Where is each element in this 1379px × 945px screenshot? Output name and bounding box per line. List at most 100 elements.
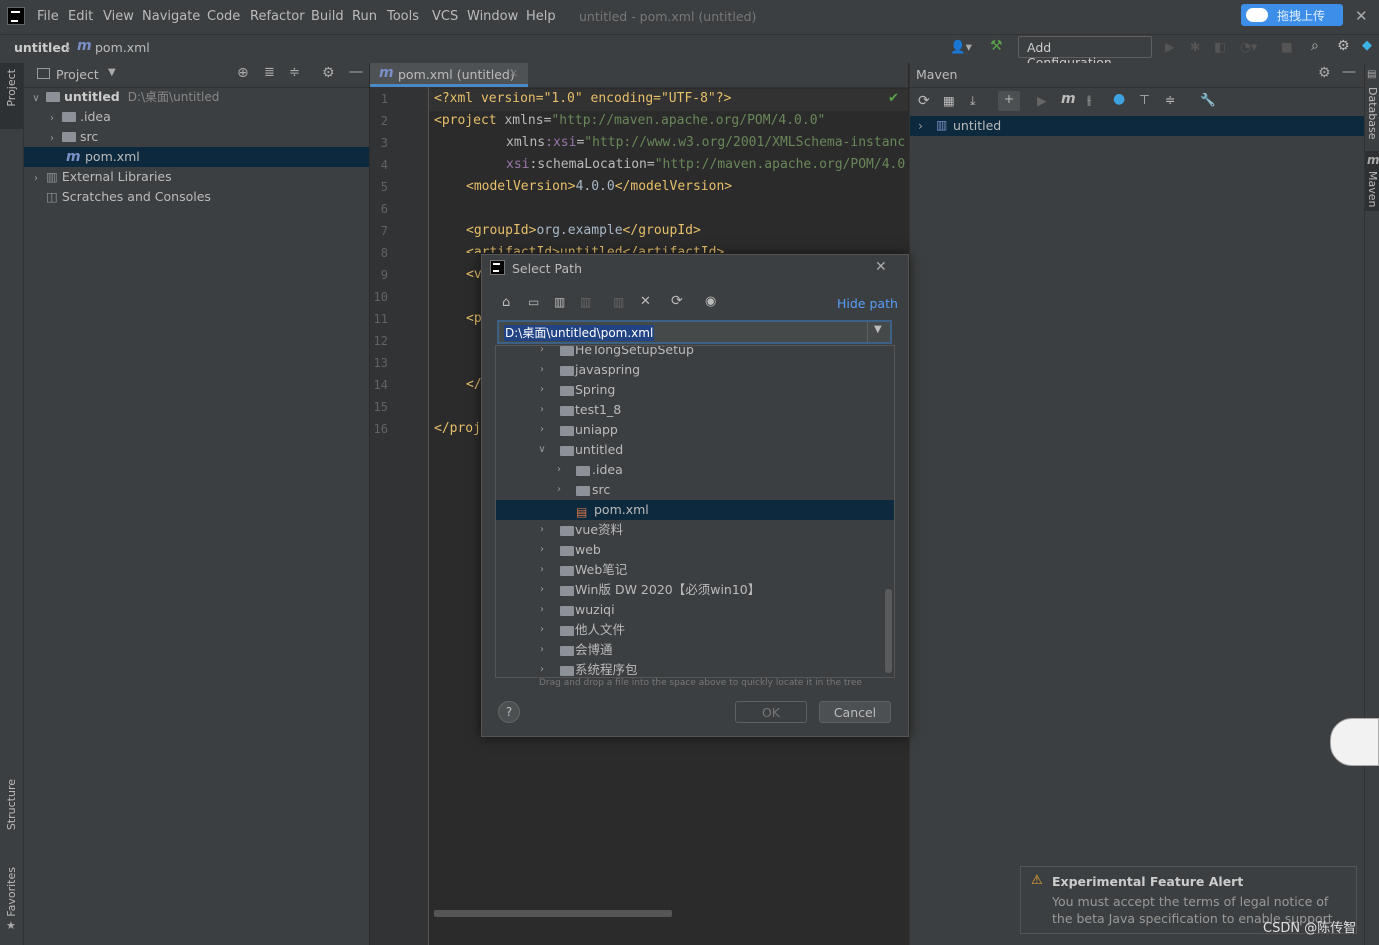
cancel-button[interactable]: Cancel xyxy=(819,701,891,723)
close-tab-icon[interactable]: ✕ xyxy=(509,67,518,80)
run-configuration-dropdown[interactable]: Add Configuration... xyxy=(1018,36,1152,70)
file-tree-row[interactable]: › Win版 DW 2020【必须win10】 xyxy=(496,580,884,600)
coverage-icon[interactable]: ◧ xyxy=(1214,39,1226,54)
chevron-right-icon[interactable]: › xyxy=(918,118,923,133)
menu-refactor[interactable]: Refactor xyxy=(250,9,305,24)
maven-settings-wrench-icon[interactable]: 🔧 xyxy=(1200,92,1216,108)
structure-tool-label[interactable]: Structure xyxy=(5,779,18,830)
chevron-right-icon[interactable]: › xyxy=(536,540,548,560)
collapse-all-icon[interactable]: ≑ xyxy=(289,65,300,80)
menu-navigate[interactable]: Navigate xyxy=(142,9,200,24)
chevron-right-icon[interactable]: › xyxy=(536,400,548,420)
code-line-14[interactable]: </ xyxy=(466,377,482,392)
download-icon[interactable]: ⤓ xyxy=(970,93,976,109)
project-panel-title[interactable]: Project xyxy=(56,67,99,82)
menu-file[interactable]: File xyxy=(37,9,59,24)
path-history-dropdown[interactable]: ▼ xyxy=(867,322,890,342)
home-icon[interactable]: ⌂ xyxy=(502,295,510,310)
code-line-5[interactable]: <modelVersion>4.0.0</modelVersion> xyxy=(466,179,732,194)
favorites-tool-label[interactable]: Favorites xyxy=(5,867,18,917)
chevron-down-icon[interactable]: ∨ xyxy=(536,440,548,460)
tree-item-idea[interactable]: › .idea xyxy=(46,107,111,127)
tree-item-pom[interactable]: m pom.xml xyxy=(24,147,369,167)
file-tree-row[interactable]: ∨ untitled xyxy=(496,440,884,460)
tree-item-untitled[interactable]: ∨ untitled D:\桌面\untitled xyxy=(30,87,219,107)
breadcrumb-project[interactable]: untitled xyxy=(14,40,70,55)
collapse-icon[interactable]: ≑ xyxy=(1165,92,1175,107)
chevron-right-icon[interactable]: › xyxy=(536,640,548,660)
hide-panel-icon[interactable]: — xyxy=(349,64,363,80)
chevron-right-icon[interactable]: › xyxy=(536,520,548,540)
chevron-right-icon[interactable]: › xyxy=(536,660,548,677)
ok-button[interactable]: OK xyxy=(735,701,807,723)
file-tree-row[interactable]: › 他人文件 xyxy=(496,620,884,640)
file-tree-row[interactable]: › vue资料 xyxy=(496,520,884,540)
cloud-upload-badge[interactable]: 拖拽上传 xyxy=(1241,4,1343,26)
chevron-right-icon[interactable]: › xyxy=(536,360,548,380)
code-line-8[interactable]: <artifactId>untitled</artifactId> xyxy=(466,245,724,253)
skip-tests-icon[interactable]: ● xyxy=(1113,91,1125,107)
project-folder-icon[interactable]: ▥ xyxy=(554,295,565,309)
add-icon[interactable]: + xyxy=(998,91,1020,111)
file-tree-row[interactable]: › src xyxy=(496,480,884,500)
chevron-right-icon[interactable]: › xyxy=(536,420,548,440)
file-tree-row[interactable]: › Web笔记 xyxy=(496,560,884,580)
maven-tool-tab[interactable]: m Maven xyxy=(1365,151,1379,211)
editor-horizontal-scrollbar[interactable] xyxy=(434,910,672,917)
reload-icon[interactable]: ⟳ xyxy=(918,93,930,109)
chevron-right-icon[interactable]: › xyxy=(536,620,548,640)
code-line-7[interactable]: <groupId>org.example</groupId> xyxy=(466,223,701,238)
code-line-16[interactable]: </proj xyxy=(434,421,481,436)
debug-icon[interactable]: ✱ xyxy=(1190,39,1200,54)
plugin-icon[interactable]: ◆ xyxy=(1362,38,1372,53)
file-tree-row[interactable]: › 系统程序包 xyxy=(496,660,884,677)
execute-goal-icon[interactable]: m xyxy=(1061,91,1076,107)
file-tree-row-selected[interactable]: ▤ pom.xml xyxy=(496,500,894,520)
desktop-icon[interactable]: ▭ xyxy=(528,295,539,309)
profile-icon[interactable]: ◔▾ xyxy=(1240,39,1257,54)
code-line-4[interactable]: xsi:schemaLocation="http://maven.apache.… xyxy=(506,157,905,172)
run-icon[interactable]: ▶ xyxy=(1165,39,1175,54)
file-tree-row[interactable]: › HeTongSetupSetup xyxy=(496,346,884,360)
maven-tree-item-untitled[interactable]: › ▥ untitled xyxy=(910,116,1365,136)
delete-icon[interactable]: ✕ xyxy=(640,294,651,309)
chevron-right-icon[interactable]: › xyxy=(30,169,42,189)
file-tree-row[interactable]: › test1_8 xyxy=(496,400,884,420)
expand-all-icon[interactable]: ≣ xyxy=(264,65,275,80)
chevron-right-icon[interactable]: › xyxy=(46,129,58,149)
hide-panel-icon[interactable]: — xyxy=(1342,64,1356,80)
code-line-9[interactable]: <v xyxy=(466,267,482,282)
file-tree-row[interactable]: › .idea xyxy=(496,460,884,480)
chevron-down-icon[interactable]: ∨ xyxy=(30,89,42,109)
stop-icon[interactable]: ■ xyxy=(1281,39,1293,54)
build-hammer-icon[interactable]: ⚒ xyxy=(990,38,1003,54)
show-dependencies-icon[interactable]: ⊤ xyxy=(1139,92,1150,107)
new-folder-icon[interactable]: ▥ xyxy=(613,295,624,309)
code-line-11[interactable]: <p xyxy=(466,311,482,326)
close-window-icon[interactable]: ✕ xyxy=(1355,7,1368,25)
maven-settings-gear-icon[interactable]: ⚙ xyxy=(1318,65,1331,81)
menu-view[interactable]: View xyxy=(103,9,134,24)
tree-item-scratches[interactable]: ◫ Scratches and Consoles xyxy=(46,187,211,207)
search-icon[interactable]: ⌕ xyxy=(1311,38,1319,54)
user-icon[interactable]: 👤▾ xyxy=(950,39,972,55)
chevron-down-icon[interactable]: ▼ xyxy=(108,67,116,78)
file-tree[interactable]: › HeTongSetupSetup › javaspring › Spring › t… xyxy=(495,345,895,678)
code-line-2[interactable]: <project xmlns="http://maven.apache.org/… xyxy=(434,113,825,128)
chevron-right-icon[interactable]: › xyxy=(553,480,565,500)
menu-edit[interactable]: Edit xyxy=(68,9,93,24)
editor-tab-pom[interactable]: m pom.xml (untitled) ✕ xyxy=(370,63,528,87)
file-tree-row[interactable]: › wuziqi xyxy=(496,600,884,620)
generate-sources-icon[interactable]: ▦ xyxy=(943,93,955,108)
menu-help[interactable]: Help xyxy=(526,9,556,24)
file-tree-row[interactable]: › web xyxy=(496,540,884,560)
file-tree-row[interactable]: › Spring xyxy=(496,380,884,400)
refresh-icon[interactable]: ⟳ xyxy=(671,293,683,309)
menu-window[interactable]: Window xyxy=(467,9,518,24)
project-tool-tab[interactable]: Project xyxy=(0,63,23,129)
close-dialog-icon[interactable]: ✕ xyxy=(875,259,887,275)
settings-gear-icon[interactable]: ⚙ xyxy=(1337,38,1350,54)
file-tree-row[interactable]: › uniapp xyxy=(496,420,884,440)
module-folder-icon[interactable]: ▥ xyxy=(580,295,591,309)
project-settings-gear-icon[interactable]: ⚙ xyxy=(322,65,335,81)
